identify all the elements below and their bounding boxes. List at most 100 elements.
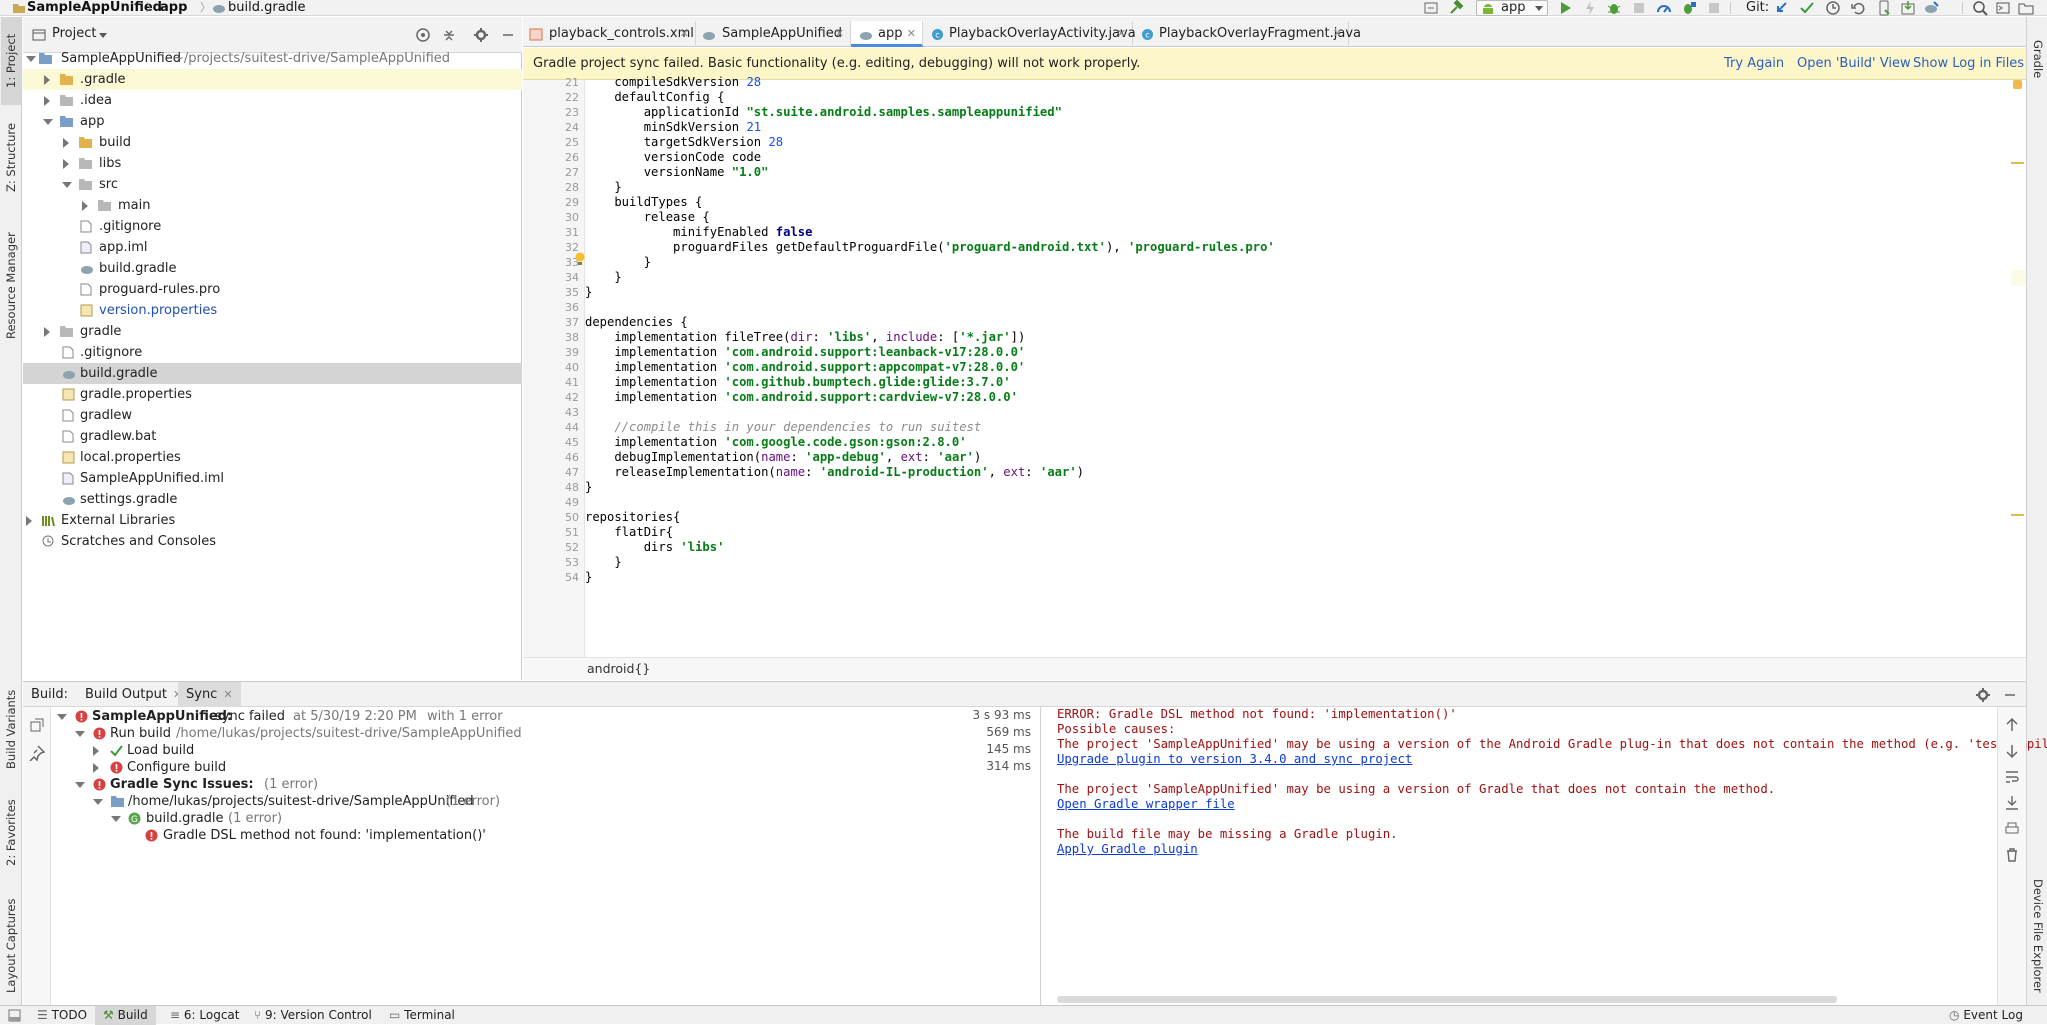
nav-project[interactable]: SampleAppUnified [27, 0, 162, 16]
chevron-right-icon[interactable] [26, 516, 32, 526]
event-log-tab[interactable]: ◷ Event Log [1945, 1006, 2027, 1025]
tree-item[interactable]: app [23, 111, 522, 132]
open-wrapper-link[interactable]: Open Gradle wrapper file [1057, 797, 1235, 812]
tree-item[interactable]: build [23, 132, 522, 153]
show-log-link[interactable]: Show Log in Files [1913, 48, 2024, 80]
build-tab[interactable]: ⚒ Build [95, 1006, 156, 1025]
chevron-right-icon[interactable] [63, 159, 69, 169]
chevron-down-icon[interactable] [43, 119, 53, 125]
hammer-build-icon[interactable] [1448, 0, 1464, 16]
vcs-commit-icon[interactable] [1799, 0, 1815, 16]
tree-item[interactable]: gradle [23, 321, 522, 342]
avd-manager-icon[interactable] [1876, 0, 1892, 16]
tree-item[interactable]: External Libraries [23, 510, 522, 531]
coverage-icon[interactable] [1631, 0, 1647, 16]
debug-icon[interactable] [1606, 0, 1622, 16]
tree-item[interactable]: .gitignore [23, 216, 522, 237]
chevron-down-icon[interactable] [26, 56, 36, 62]
editor-breadcrumb[interactable]: android{} [587, 661, 650, 676]
soft-wrap-icon[interactable] [2005, 769, 2019, 785]
arrow-up-icon[interactable] [2005, 717, 2019, 733]
gear-icon[interactable] [1975, 687, 1991, 703]
horizontal-scrollbar[interactable] [1057, 996, 1837, 1003]
chevron-down-icon[interactable] [75, 782, 85, 788]
editor-tab[interactable]: c PlaybackOverlayActivity.java ✕ [923, 21, 1136, 47]
close-icon[interactable]: ✕ [223, 688, 232, 701]
apply-plugin-link[interactable]: Apply Gradle plugin [1057, 842, 1198, 857]
apply-changes-icon[interactable] [1582, 0, 1598, 16]
locate-icon[interactable] [415, 27, 431, 43]
print-icon[interactable] [2005, 821, 2019, 837]
nav-file[interactable]: build.gradle [228, 0, 306, 16]
tree-item[interactable]: src [23, 174, 522, 195]
terminal-icon[interactable] [1995, 0, 2011, 16]
editor-tab[interactable]: SampleAppUnified ✕ [696, 21, 851, 47]
tree-item-selected[interactable]: build.gradle [23, 363, 522, 384]
tool-tab-structure[interactable]: Z: Structure [1, 113, 21, 203]
tree-item[interactable]: main [23, 195, 522, 216]
folder-icon[interactable] [2018, 0, 2034, 16]
sdk-manager-icon[interactable] [1900, 0, 1916, 16]
gear-icon[interactable] [473, 27, 489, 43]
arrow-down-icon[interactable] [2005, 743, 2019, 759]
tab-sync[interactable]: Sync ✕ [178, 682, 241, 708]
tool-tab-favorites[interactable]: 2: Favorites [1, 783, 21, 883]
chevron-right-icon[interactable] [44, 96, 50, 106]
close-icon[interactable]: ✕ [680, 21, 689, 47]
close-icon[interactable]: ✕ [907, 21, 916, 47]
chevron-down-icon[interactable] [93, 799, 103, 805]
tree-item[interactable]: Scratches and Consoles [23, 531, 522, 552]
vcs-update-icon[interactable] [1774, 0, 1790, 16]
attach-debugger-icon[interactable] [1681, 0, 1697, 16]
chevron-down-icon[interactable] [99, 33, 107, 38]
vcs-revert-icon[interactable] [1850, 0, 1866, 16]
build-output-console[interactable]: ERROR: Gradle DSL method not found: 'imp… [1042, 707, 2047, 1005]
tree-item[interactable]: .idea [23, 90, 522, 111]
tool-tab-layout-captures[interactable]: Layout Captures [1, 887, 21, 1005]
inspection-status-icon[interactable] [2013, 80, 2022, 89]
tree-item[interactable]: SampleAppUnified.iml [23, 468, 522, 489]
chevron-right-icon[interactable] [44, 75, 50, 85]
stop-icon[interactable] [1706, 0, 1722, 16]
tool-tab-build-variants[interactable]: Build Variants [1, 674, 21, 784]
rerun-sync-icon[interactable] [29, 717, 45, 733]
tool-tab-device-file-explorer[interactable]: Device File Explorer [2028, 867, 2047, 1005]
code-editor[interactable]: compileSdkVersion 28 defaultConfig { app… [585, 75, 2011, 657]
chevron-down-icon[interactable] [111, 816, 121, 822]
vcs-history-icon[interactable] [1825, 0, 1841, 16]
run-config-select[interactable]: app [1476, 0, 1548, 16]
trash-icon[interactable] [2005, 847, 2019, 863]
close-icon[interactable]: ✕ [1333, 21, 1342, 47]
tree-item[interactable]: settings.gradle [23, 489, 522, 510]
try-again-link[interactable]: Try Again [1724, 48, 1784, 80]
tree-item[interactable]: .gitignore [23, 342, 522, 363]
open-build-view-link[interactable]: Open 'Build' View [1797, 48, 1911, 80]
logcat-tab[interactable]: ≡ 6: Logcat [166, 1006, 243, 1025]
tree-item[interactable]: libs [23, 153, 522, 174]
hide-icon[interactable] [501, 27, 515, 43]
pin-icon[interactable] [29, 745, 45, 761]
editor-tab[interactable]: c PlaybackOverlayFragment.java ✕ [1133, 21, 1361, 47]
chevron-right-icon[interactable] [63, 138, 69, 148]
tree-item[interactable]: proguard-rules.pro [23, 279, 522, 300]
scroll-to-end-icon[interactable] [2005, 795, 2019, 811]
close-icon[interactable]: ✕ [835, 21, 844, 47]
tree-item-root[interactable]: SampleAppUnified ~/projects/suitest-driv… [23, 48, 522, 69]
chevron-down-icon[interactable] [62, 182, 72, 188]
editor-tab[interactable]: playback_controls.xml ✕ [523, 21, 696, 47]
tree-item[interactable]: build.gradle [23, 258, 522, 279]
terminal-tab[interactable]: ▭ Terminal [385, 1006, 459, 1025]
tree-item[interactable]: gradle.properties [23, 384, 522, 405]
select-file-icon[interactable] [1423, 0, 1439, 16]
tool-tab-resource-manager[interactable]: Resource Manager [1, 213, 21, 359]
tool-tab-project[interactable]: 1: Project [1, 17, 21, 105]
todo-tab[interactable]: ☰ TODO [33, 1006, 91, 1025]
tool-tab-gradle[interactable]: Gradle [2028, 29, 2047, 89]
tree-item[interactable]: gradlew [23, 405, 522, 426]
chevron-right-icon[interactable] [82, 201, 88, 211]
close-icon[interactable]: ✕ [1117, 21, 1126, 47]
search-icon[interactable] [1972, 0, 1988, 16]
tree-item[interactable]: local.properties [23, 447, 522, 468]
chevron-down-icon[interactable] [75, 731, 85, 737]
tree-item[interactable]: .gradle [23, 69, 522, 90]
